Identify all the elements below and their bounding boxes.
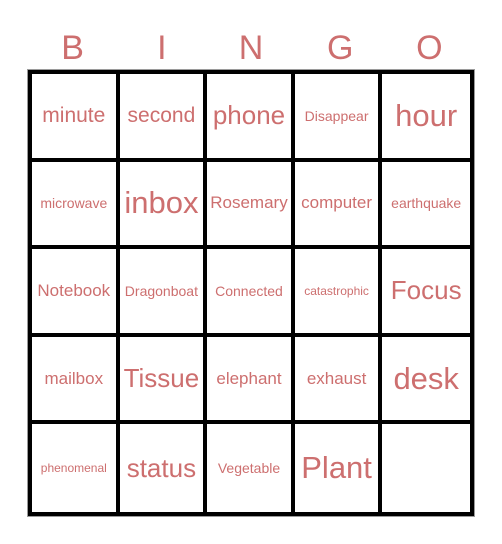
bingo-cell[interactable]: phone [207, 74, 295, 162]
bingo-cell[interactable]: Connected [207, 249, 295, 337]
bingo-cell[interactable]: elephant [207, 336, 295, 425]
bingo-cell[interactable]: inbox [119, 161, 208, 250]
header-letter-g: G [326, 29, 354, 67]
bingo-cell[interactable]: computer [294, 161, 383, 250]
header-letter-i: I [157, 29, 167, 67]
bingo-cell[interactable]: desk [382, 337, 470, 425]
bingo-cell[interactable]: earthquake [382, 162, 470, 250]
header-letter-n: N [238, 29, 264, 67]
bingo-cell[interactable]: hour [382, 74, 470, 162]
bingo-cell[interactable]: Focus [382, 249, 470, 337]
bingo-cell[interactable]: Plant [295, 424, 383, 512]
bingo-cell[interactable]: status [120, 424, 208, 512]
bingo-cell[interactable]: phenomenal [32, 424, 120, 512]
bingo-header: B I N G O [28, 26, 474, 70]
bingo-cell[interactable]: exhaust [294, 336, 383, 425]
bingo-cell[interactable]: Tissue [119, 336, 208, 425]
bingo-cell[interactable]: Notebook [32, 249, 120, 337]
bingo-board: minute second phone Disappear hour micro… [27, 69, 475, 517]
header-letter-o: O [416, 29, 443, 67]
bingo-cell[interactable]: minute [32, 74, 120, 162]
bingo-cell[interactable]: Dragonboat [119, 249, 208, 337]
bingo-cell[interactable]: Rosemary [207, 161, 295, 250]
bingo-cell[interactable]: second [119, 74, 208, 162]
bingo-cell[interactable]: Vegetable [207, 424, 295, 512]
bingo-cell[interactable]: microwave [32, 161, 120, 250]
header-letter-b: B [61, 29, 84, 67]
bingo-cell[interactable]: Disappear [294, 74, 383, 162]
bingo-cell[interactable]: mailbox [32, 336, 120, 425]
bingo-cell[interactable]: catastrophic [294, 249, 383, 337]
bingo-cell-empty[interactable] [382, 424, 470, 512]
